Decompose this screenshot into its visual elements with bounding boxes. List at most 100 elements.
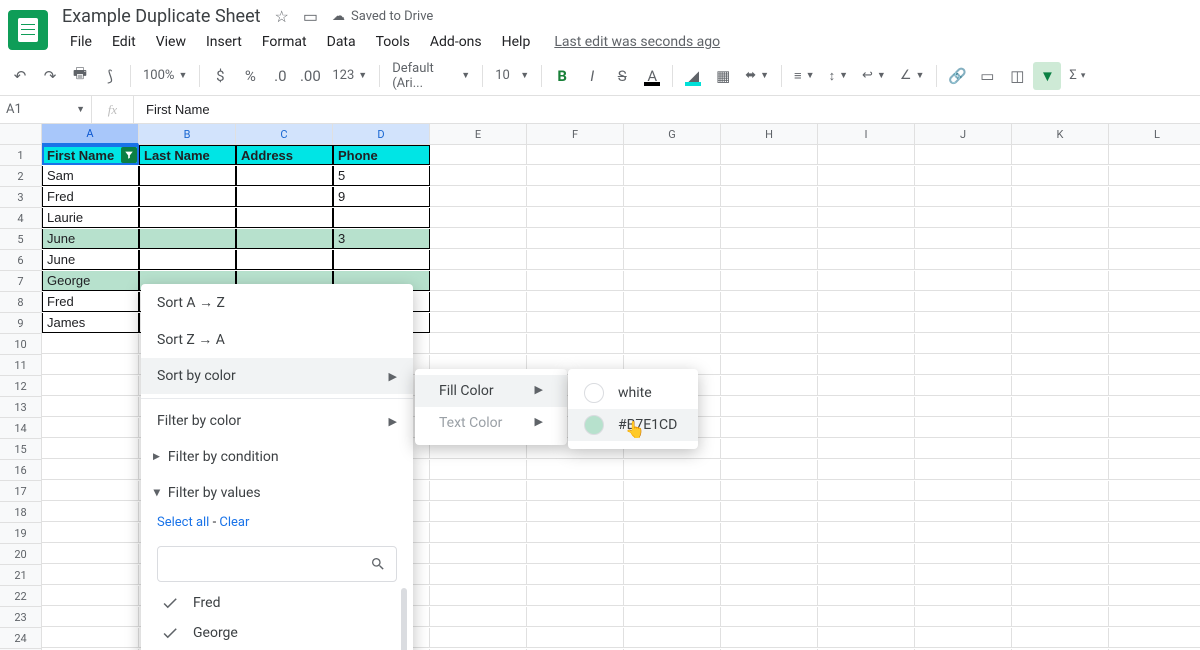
increase-decimal-icon[interactable]: .00 bbox=[296, 62, 324, 90]
cell[interactable] bbox=[624, 229, 721, 249]
zoom-select[interactable]: 100%▼ bbox=[137, 62, 193, 90]
cell[interactable] bbox=[624, 607, 721, 627]
cell[interactable] bbox=[1012, 187, 1109, 207]
cell[interactable] bbox=[915, 460, 1012, 480]
cell[interactable] bbox=[721, 145, 818, 165]
cell[interactable] bbox=[721, 586, 818, 606]
cell[interactable] bbox=[818, 628, 915, 648]
cell[interactable] bbox=[624, 544, 721, 564]
cell[interactable] bbox=[236, 208, 333, 228]
cell[interactable] bbox=[527, 586, 624, 606]
cell[interactable] bbox=[721, 523, 818, 543]
cell[interactable] bbox=[1012, 418, 1109, 438]
text-color-icon[interactable]: A bbox=[638, 62, 666, 90]
cell[interactable]: June bbox=[42, 250, 139, 270]
cell[interactable] bbox=[527, 607, 624, 627]
filter-by-color[interactable]: Filter by color▶ bbox=[141, 403, 413, 439]
menu-insert[interactable]: Insert bbox=[198, 30, 250, 54]
cell[interactable] bbox=[42, 439, 139, 459]
menu-file[interactable]: File bbox=[62, 30, 100, 54]
row-header[interactable]: 1 bbox=[0, 145, 42, 166]
cell[interactable] bbox=[818, 397, 915, 417]
cell[interactable] bbox=[915, 418, 1012, 438]
cell[interactable]: June bbox=[42, 229, 139, 249]
cell[interactable] bbox=[1012, 271, 1109, 291]
cell[interactable] bbox=[1012, 313, 1109, 333]
cell[interactable] bbox=[430, 460, 527, 480]
row-header[interactable]: 20 bbox=[0, 544, 42, 565]
row-header[interactable]: 6 bbox=[0, 250, 42, 271]
cell[interactable]: Laurie bbox=[42, 208, 139, 228]
cell[interactable] bbox=[721, 460, 818, 480]
chart-icon[interactable]: ◫ bbox=[1003, 62, 1031, 90]
font-select[interactable]: Default (Ari...▼ bbox=[386, 62, 476, 90]
select-all-link[interactable]: Select all bbox=[157, 515, 209, 530]
cell[interactable] bbox=[818, 229, 915, 249]
number-format-select[interactable]: 123▼ bbox=[326, 62, 373, 90]
row-header[interactable]: 7 bbox=[0, 271, 42, 292]
cell[interactable] bbox=[1109, 334, 1200, 354]
cell[interactable] bbox=[1012, 628, 1109, 648]
cell[interactable] bbox=[818, 334, 915, 354]
cell[interactable] bbox=[527, 166, 624, 186]
cell[interactable] bbox=[1109, 481, 1200, 501]
cell[interactable] bbox=[915, 439, 1012, 459]
cell[interactable] bbox=[818, 376, 915, 396]
col-header-e[interactable]: E bbox=[430, 124, 527, 145]
cell[interactable] bbox=[818, 292, 915, 312]
row-header[interactable]: 19 bbox=[0, 523, 42, 544]
cell[interactable] bbox=[1012, 397, 1109, 417]
cell[interactable] bbox=[1109, 313, 1200, 333]
row-header[interactable]: 8 bbox=[0, 292, 42, 313]
cell[interactable] bbox=[915, 334, 1012, 354]
col-header-l[interactable]: L bbox=[1109, 124, 1200, 145]
color-white[interactable]: white bbox=[568, 377, 698, 409]
cell[interactable] bbox=[1012, 586, 1109, 606]
cell[interactable] bbox=[527, 145, 624, 165]
cell[interactable] bbox=[1012, 229, 1109, 249]
row-header[interactable]: 18 bbox=[0, 502, 42, 523]
cell[interactable] bbox=[430, 145, 527, 165]
cell[interactable] bbox=[624, 292, 721, 312]
row-header[interactable]: 15 bbox=[0, 439, 42, 460]
cell[interactable]: 5 bbox=[333, 166, 430, 186]
cell[interactable] bbox=[42, 355, 139, 375]
cell[interactable] bbox=[1109, 523, 1200, 543]
cell[interactable] bbox=[1109, 229, 1200, 249]
clear-link[interactable]: Clear bbox=[219, 515, 249, 530]
cell[interactable] bbox=[430, 250, 527, 270]
print-icon[interactable]: 🖶 bbox=[66, 62, 94, 90]
text-wrap-icon[interactable]: ↩▼ bbox=[856, 62, 892, 90]
cell[interactable] bbox=[1109, 355, 1200, 375]
link-icon[interactable]: 🔗 bbox=[943, 62, 971, 90]
cell[interactable] bbox=[42, 544, 139, 564]
cell[interactable] bbox=[1109, 166, 1200, 186]
cell[interactable] bbox=[236, 229, 333, 249]
menu-addons[interactable]: Add-ons bbox=[422, 30, 490, 54]
cell[interactable] bbox=[527, 229, 624, 249]
cell[interactable] bbox=[527, 460, 624, 480]
filter-value-list[interactable]: FredGeorgeJamesJune bbox=[157, 588, 409, 650]
cell[interactable] bbox=[915, 166, 1012, 186]
cell[interactable] bbox=[430, 523, 527, 543]
cell[interactable] bbox=[1012, 607, 1109, 627]
cell[interactable] bbox=[1109, 544, 1200, 564]
cell[interactable] bbox=[818, 544, 915, 564]
cell[interactable] bbox=[915, 586, 1012, 606]
cell[interactable] bbox=[915, 628, 1012, 648]
cell[interactable] bbox=[915, 229, 1012, 249]
cell[interactable] bbox=[527, 628, 624, 648]
cell[interactable] bbox=[1012, 439, 1109, 459]
cell[interactable] bbox=[915, 313, 1012, 333]
functions-icon[interactable]: Σ▾ bbox=[1063, 62, 1091, 90]
cell[interactable] bbox=[42, 418, 139, 438]
cell[interactable] bbox=[42, 586, 139, 606]
cell[interactable] bbox=[624, 523, 721, 543]
cell[interactable] bbox=[1109, 460, 1200, 480]
cell[interactable] bbox=[1012, 334, 1109, 354]
cell[interactable] bbox=[915, 481, 1012, 501]
cell[interactable] bbox=[236, 187, 333, 207]
col-header-k[interactable]: K bbox=[1012, 124, 1109, 145]
color-b7e1cd[interactable]: #B7E1CD bbox=[568, 409, 698, 441]
filter-value-item[interactable]: George bbox=[157, 618, 409, 648]
